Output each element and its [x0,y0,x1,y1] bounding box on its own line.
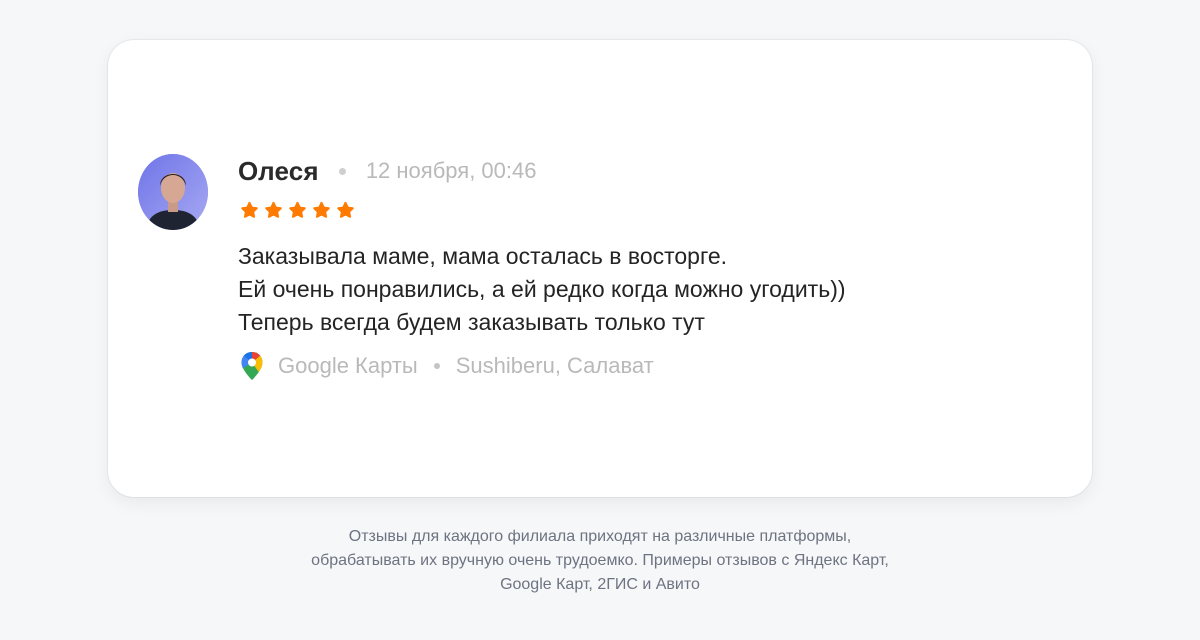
caption-line: Отзывы для каждого филиала приходят на р… [348,528,852,545]
review-text-line: Заказывала маме, мама осталась в восторг… [238,243,728,269]
star-rating [239,200,356,221]
source-name: Google Карты [278,353,418,378]
avatar [138,154,208,230]
star-icon [265,201,282,218]
review-date: 12 ноября, 00:46 [365,158,537,183]
star-icon [337,201,354,218]
caption: Отзывы для каждого филиала приходят на р… [200,525,1000,597]
review-source: Google Карты Sushiberu, Салават [240,351,654,381]
review-text: Заказывала маме, мама осталась в восторг… [238,240,1038,339]
branch-name: Sushiberu, Салават [455,353,654,378]
google-maps-pin-icon [241,352,263,380]
review-text-line: Теперь всегда будем заказывать только ту… [238,309,705,335]
review-text-line: Ей очень понравились, а ей редко когда м… [238,276,846,302]
author-name: Олеся [238,155,319,186]
star-icon [313,201,330,218]
review-card: Олеся 12 ноября, 00:46 Заказывала маме, … [108,40,1092,497]
caption-line: Google Карт, 2ГИС и Авито [500,576,700,593]
star-icon [289,201,306,218]
avatar-photo [138,154,208,230]
review-header: Олеся 12 ноября, 00:46 [238,154,536,188]
separator-dot [433,363,440,369]
separator-dot [338,167,346,175]
caption-line: обрабатывать их вручную очень трудоемко.… [311,552,889,569]
star-icon [241,201,258,218]
